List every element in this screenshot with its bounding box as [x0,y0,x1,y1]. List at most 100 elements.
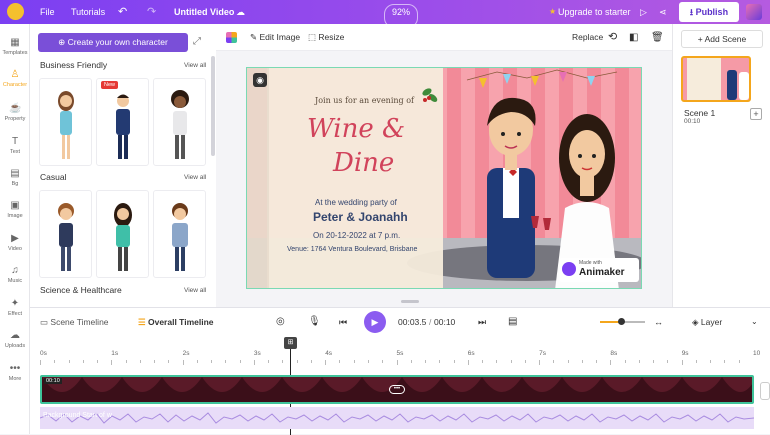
avatar[interactable] [746,4,762,20]
character-card[interactable] [96,190,149,278]
ruler-tick [467,360,469,365]
collapse-timeline-icon[interactable]: ⌄ [751,308,758,336]
section-title: Business Friendly [40,60,108,70]
overall-timeline-tab[interactable]: ☰ Overall Timeline [138,308,214,336]
nav-text[interactable]: T Text [0,137,30,156]
edit-image-button[interactable]: ✎ Edit Image [250,24,300,51]
character-card[interactable] [39,78,92,166]
share-icon[interactable]: ⋖ [659,0,667,24]
preview-play-icon[interactable]: ▷ [640,0,647,24]
reset-icon[interactable]: ⟲ [608,24,617,51]
ruler-label: 3s [253,350,261,357]
playhead-handle[interactable]: ⊞ [284,337,297,349]
camera-timeline-icon[interactable]: ◎ [276,308,285,336]
create-character-label: Create your own character [67,37,168,47]
subtitles-icon[interactable]: ▤ [508,308,517,336]
view-all-link[interactable]: View all [184,174,206,181]
ruler-tick [439,360,441,363]
character-card[interactable]: New [96,78,149,166]
character-card[interactable] [153,78,206,166]
nav-label: Text [9,149,21,155]
scenes-panel: + Add Scene Scene 1 00:10 + [672,24,770,307]
project-title[interactable]: Untitled Video [174,0,234,24]
nav-more[interactable]: ••• More [0,364,30,383]
replace-button[interactable]: Replace [572,24,603,51]
templates-icon: ▦ [10,37,20,48]
layer-button[interactable]: ◈ Layer [692,308,722,336]
ruler-tick [539,360,541,365]
skip-forward-icon[interactable]: ⏭ [478,308,486,336]
scroll-right-icon[interactable] [760,382,770,400]
plus-icon: ⊕ [58,37,68,47]
scene-canvas[interactable]: ◉ Join us for an evening of Wine & Dine … [246,67,642,289]
scene-background [247,68,641,288]
section-title: Casual [40,172,67,182]
view-all-link[interactable]: View all [184,62,206,69]
ruler-label: 10 [753,350,761,357]
layer-label: Layer [700,317,723,327]
ruler-tick [524,360,526,363]
scene-thumb-figure [739,72,749,100]
fit-timeline-icon[interactable]: ↔ [654,308,663,336]
property-icon: ☕ [9,103,22,114]
scene-timeline-icon: ▭ [40,317,51,327]
nav-video[interactable]: ▶ Video [0,234,30,253]
nav-image[interactable]: ▣ Image [0,201,30,220]
create-character-button[interactable]: ⊕ Create your own character [38,33,188,52]
top-bar: File Tutorials ↶ ↷ Untitled Video ☁ 92% … [0,0,770,28]
track-menu-icon[interactable]: ••• [389,385,405,394]
stage-resize-handle[interactable] [401,300,419,303]
view-all-link[interactable]: View all [184,287,206,294]
invite-party-line: At the wedding party of [315,198,397,207]
nav-label: Video [8,246,22,252]
zoom-slider[interactable] [600,318,645,325]
scene-timeline-tab[interactable]: ▭ Scene Timeline [40,308,109,336]
library-scrollbar[interactable] [211,56,215,156]
resize-button[interactable]: ⬚ Resize [308,24,344,51]
add-scene-button[interactable]: + Add Scene [681,30,763,48]
nav-character[interactable]: ♙ Character [0,70,30,89]
nav-label: More [8,376,22,382]
camera-icon[interactable]: ◉ [253,73,267,87]
ruler-label: 9s [681,350,689,357]
menu-file[interactable]: File [40,0,55,24]
nav-bg[interactable]: ▤ Bg [0,169,30,188]
scene-thumbnail[interactable] [681,56,751,102]
publish-button[interactable]: ⭳ Publish [679,2,739,22]
animaker-logo[interactable] [7,3,24,20]
nav-music[interactable]: ♫ Music [0,266,30,285]
expand-icon[interactable]: ⤢ [193,36,201,47]
character-thumbnail [58,203,74,271]
nav-templates[interactable]: ▦ Templates [0,37,30,57]
play-button[interactable]: ▶ [364,311,386,333]
scene-track[interactable]: 00:10 ••• [40,375,754,404]
redo-icon[interactable]: ↷ [147,0,156,24]
uploads-icon: ☁ [10,330,20,341]
ruler-tick [54,360,56,363]
zoom-slider-handle[interactable] [618,318,625,325]
microphone-icon[interactable]: 🎙 [308,308,321,336]
groom-character [487,97,536,278]
audio-track[interactable]: Background Start of w [40,407,754,429]
scene-thumb-figure [727,70,737,100]
ruler-tick [510,360,512,363]
menu-tutorials[interactable]: Tutorials [71,0,105,24]
color-palette-icon[interactable] [226,32,237,43]
ruler-tick [653,360,655,363]
upgrade-link[interactable]: Upgrade to starter [558,0,631,24]
nav-effect[interactable]: ✦ Effect [0,299,30,318]
nav-uploads[interactable]: ☁ Uploads [0,330,30,350]
invite-title-line2: Dine [333,148,395,178]
watermark-made-with: Made with [579,260,602,266]
character-card[interactable] [39,190,92,278]
animaker-watermark-logo [562,262,576,276]
add-scene-icon[interactable]: + [750,108,762,120]
delete-icon[interactable]: 🗑 [651,24,664,51]
character-card[interactable] [153,190,206,278]
ruler-tick [482,360,484,363]
flip-icon[interactable]: ◧ [629,24,638,51]
ruler-tick [596,360,598,363]
skip-back-icon[interactable]: ⏮ [339,308,347,336]
nav-property[interactable]: ☕ Property [0,103,30,123]
undo-icon[interactable]: ↶ [118,0,127,24]
